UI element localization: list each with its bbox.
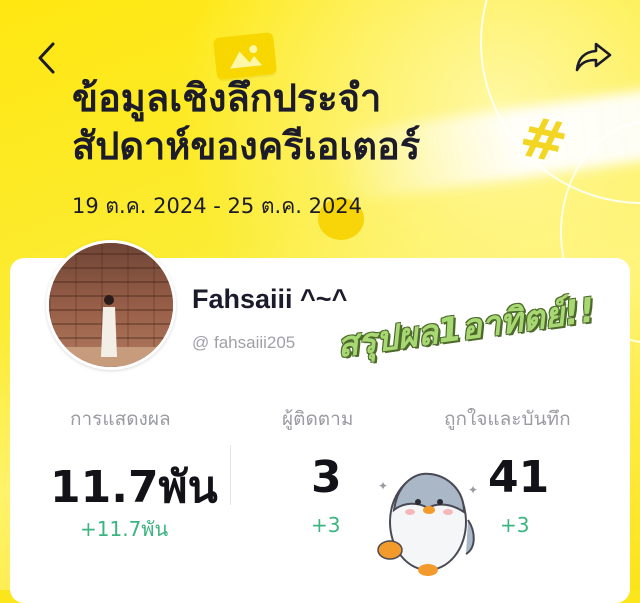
date-range: 19 ต.ค. 2024 - 25 ต.ค. 2024 xyxy=(72,194,363,218)
chevron-left-icon xyxy=(38,42,55,74)
decorative-picture-icon xyxy=(212,31,278,81)
penguin-sticker: ✦ ✦ xyxy=(377,472,478,576)
avatar[interactable] xyxy=(46,240,176,370)
impressions-label: การแสดงผล xyxy=(70,408,171,430)
profile-name: Fahsaiii ^~^ xyxy=(192,284,348,314)
divider xyxy=(230,445,231,505)
share-button[interactable] xyxy=(574,40,614,78)
followers-delta: +3 xyxy=(311,513,341,537)
page-title-line-2: สัปดาห์ของครีเอเตอร์ xyxy=(72,124,421,168)
impressions-value: 11.7พัน xyxy=(50,462,218,513)
svg-text:✦: ✦ xyxy=(378,479,388,493)
back-button[interactable] xyxy=(34,40,60,80)
person-figure xyxy=(101,295,117,357)
page-title: ข้อมูลเชิงลึกประจำ สัปดาห์ของครีเอเตอร์ xyxy=(72,74,420,170)
impressions-delta: +11.7พัน xyxy=(80,517,169,541)
page-title-line-1: ข้อมูลเชิงลึกประจำ xyxy=(72,76,382,120)
likes-saves-delta: +3 xyxy=(500,513,530,537)
likes-saves-value: 41 xyxy=(488,452,550,503)
share-arrow-icon xyxy=(575,42,612,72)
likes-saves-label: ถูกใจและบันทึก xyxy=(444,408,571,430)
followers-label: ผู้ติดตาม xyxy=(282,408,354,430)
svg-text:✦: ✦ xyxy=(468,483,478,497)
followers-value: 3 xyxy=(311,452,342,503)
profile-handle: @ fahsaiii205 xyxy=(192,333,296,352)
